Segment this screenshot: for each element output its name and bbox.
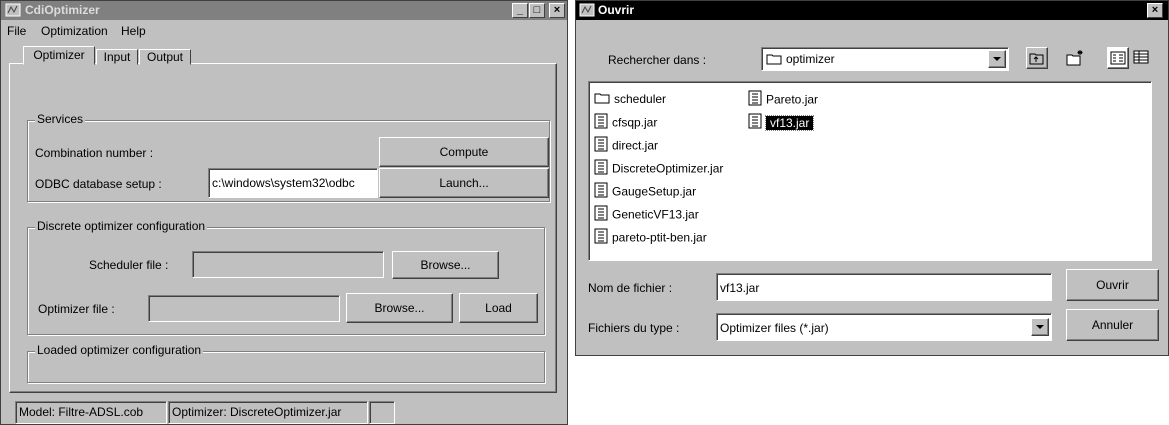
optimizer-browse-button[interactable]: Browse... [346,293,453,323]
dialog-title: Ouvrir [598,3,635,17]
dialog-close-button[interactable]: × [1147,3,1163,18]
dialog-app-icon [579,3,595,17]
list-item[interactable]: GaugeSetup.jar [594,182,774,200]
jar-file-icon [594,182,608,203]
jar-file-icon [594,113,608,134]
optimizer-file-field[interactable] [148,295,340,322]
open-dialog: Ouvrir × Rechercher dans : optimizer sch… [575,0,1169,356]
maximize-button[interactable]: □ [529,3,545,18]
list-item[interactable]: Pareto.jar [748,90,868,108]
app-icon [5,3,21,17]
menu-file[interactable]: File [7,24,26,38]
dialog-title-bar[interactable]: Ouvrir × [576,1,1168,20]
title-bar[interactable]: CdiOptimizer _ □ × [1,1,567,20]
odbc-path-value: c:\windows\system32\odbc [212,176,355,190]
list-item[interactable]: DiscreteOptimizer.jar [594,159,774,177]
services-legend: Services [35,112,86,126]
status-empty [369,401,395,424]
chevron-down-icon[interactable] [988,50,1006,68]
cdi-optimizer-window: CdiOptimizer _ □ × File Optimization Hel… [0,0,568,425]
tab-input[interactable]: Input [96,49,138,65]
file-list-column-1: scheduler cfsqp.jar direct.jar DiscreteO… [594,90,774,246]
menu-help[interactable]: Help [121,24,146,38]
close-button[interactable]: × [549,3,565,18]
list-view-icon[interactable] [1107,47,1129,69]
tab-output[interactable]: Output [139,49,191,65]
scheduler-browse-button[interactable]: Browse... [392,251,499,279]
load-button[interactable]: Load [459,293,538,323]
jar-file-icon [594,205,608,226]
menu-optimization[interactable]: Optimization [41,24,108,38]
filename-label: Nom de fichier : [588,281,673,295]
up-folder-icon[interactable] [1026,47,1048,69]
list-item[interactable]: GeneticVF13.jar [594,205,774,223]
odbc-label: ODBC database setup : [35,177,162,191]
jar-file-icon [594,136,608,157]
optimizer-file-label: Optimizer file : [38,302,115,316]
list-item[interactable]: scheduler [594,90,774,108]
list-item[interactable]: cfsqp.jar [594,113,774,131]
minimize-button[interactable]: _ [512,3,528,18]
compute-button[interactable]: Compute [379,137,549,167]
scheduler-file-label: Scheduler file : [89,258,169,272]
filetype-value: Optimizer files (*.jar) [720,321,829,335]
jar-file-icon [594,159,608,180]
filetype-combo[interactable]: Optimizer files (*.jar) [716,313,1052,341]
window-title: CdiOptimizer [25,3,100,17]
jar-file-icon [748,90,762,111]
combination-number-label: Combination number : [35,146,154,160]
lookin-value: optimizer [786,52,835,66]
discrete-config-legend: Discrete optimizer configuration [35,219,208,233]
status-model: Model: Filtre-ADSL.cob [15,401,167,424]
details-view-icon[interactable] [1131,47,1153,69]
cancel-button[interactable]: Annuler [1066,309,1159,341]
jar-file-icon [748,113,762,134]
tab-optimizer[interactable]: Optimizer [23,46,95,65]
status-optimizer: Optimizer: DiscreteOptimizer.jar [168,401,368,424]
launch-button[interactable]: Launch... [379,168,549,198]
loaded-config-legend: Loaded optimizer configuration [35,343,204,357]
lookin-combo[interactable]: optimizer [761,47,1009,71]
filetype-label: Fichiers du type : [588,321,680,335]
list-item-selected[interactable]: vf13.jar [748,113,868,131]
jar-file-icon [594,228,608,249]
lookin-label: Rechercher dans : [608,53,707,67]
list-item[interactable]: direct.jar [594,136,774,154]
odbc-path-field[interactable]: c:\windows\system32\odbc [208,168,378,198]
filename-field[interactable]: vf13.jar [716,273,1052,301]
folder-icon [766,52,782,68]
list-item[interactable]: pareto-ptit-ben.jar [594,228,774,246]
chevron-down-icon[interactable] [1031,318,1049,336]
file-list-column-2: Pareto.jar vf13.jar [748,90,868,131]
new-folder-icon[interactable] [1064,47,1086,69]
open-button[interactable]: Ouvrir [1066,269,1159,301]
folder-icon [594,91,610,109]
filename-value: vf13.jar [720,281,760,295]
scheduler-file-field[interactable] [192,251,384,278]
